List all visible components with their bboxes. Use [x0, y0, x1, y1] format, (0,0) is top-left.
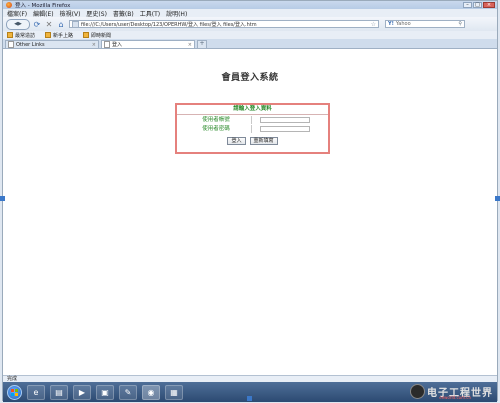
account-row: 使用者帳號 [181, 116, 324, 124]
menu-bar: 檔案(F) 編輯(E) 檢視(V) 歷史(S) 書籤(B) 工具(T) 說明(H… [3, 9, 497, 18]
password-row: 使用者密碼 [181, 125, 324, 133]
bookmarks-toolbar: 最常造訪 新手上路 即時新聞 [3, 31, 497, 39]
new-tab-button[interactable]: + [197, 40, 207, 48]
maximize-button[interactable]: □ [473, 2, 482, 8]
home-icon[interactable]: ⌂ [56, 19, 66, 29]
login-form-title: 請輸入登入資料 [177, 105, 328, 115]
account-input[interactable] [260, 117, 310, 123]
media-icon[interactable]: ▶ [73, 384, 91, 400]
bookmark-label: 即時新聞 [91, 32, 112, 39]
paint-icon[interactable]: ✎ [119, 384, 137, 400]
account-label: 使用者帳號 [181, 116, 252, 124]
browser-window: 登入 - Mozilla Firefox – □ × 檔案(F) 編輯(E) 檢… [2, 0, 498, 402]
windows-flag-icon [11, 388, 18, 396]
forward-icon[interactable]: ▶ [18, 21, 22, 27]
eeworld-logo-icon [410, 384, 425, 399]
firefox-icon [6, 2, 12, 8]
folder-icon[interactable]: ▤ [50, 384, 68, 400]
ie-icon[interactable]: e [27, 384, 45, 400]
login-form: 請輸入登入資料 使用者帳號 使用者密碼 登入 重新填寫 [175, 103, 330, 154]
form-buttons: 登入 重新填寫 [177, 137, 328, 145]
watermark-logo: 电子工程世界 eeworld.com.cn [410, 384, 493, 400]
minimize-button[interactable]: – [463, 2, 472, 8]
firefox-taskbar-icon[interactable]: ◉ [142, 384, 160, 400]
window-controls: – □ × [463, 2, 495, 8]
page-icon [72, 21, 79, 27]
search-engine-icon[interactable]: Y! [388, 21, 394, 27]
tab-login[interactable]: 登入 × [101, 40, 195, 48]
star-icon[interactable]: ☆ [371, 21, 376, 27]
app-taskbar-icon[interactable]: ▦ [165, 384, 183, 400]
page-content: 會員登入系統 請輸入登入資料 使用者帳號 使用者密碼 登入 重新填寫 [3, 50, 497, 375]
search-box[interactable]: Y! Yahoo ⚲ [385, 20, 465, 28]
password-input[interactable] [260, 126, 310, 132]
address-bar[interactable]: file:///C:/Users/user/Desktop/123/OPERHW… [69, 20, 379, 28]
close-window-button[interactable]: × [483, 2, 495, 8]
page-title: 會員登入系統 [221, 73, 279, 83]
search-value: Yahoo [395, 21, 411, 27]
status-bar: 完成 [3, 375, 497, 382]
bookmark-label: 最常造訪 [15, 32, 36, 39]
bookmark-icon [7, 32, 13, 38]
password-label: 使用者密碼 [181, 125, 252, 133]
app-icon[interactable]: ▣ [96, 384, 114, 400]
bookmark-label: 新手上路 [53, 32, 74, 39]
reset-button[interactable]: 重新填寫 [249, 137, 278, 145]
tab-label: Other Links [16, 41, 45, 48]
resize-handle-bottom[interactable] [247, 396, 252, 401]
stop-icon[interactable]: ✕ [44, 19, 54, 29]
bookmark-latest-news[interactable]: 即時新聞 [83, 32, 111, 39]
page-icon [8, 41, 14, 48]
start-orb-icon[interactable] [7, 384, 22, 400]
bookmark-icon [45, 32, 52, 38]
back-forward-buttons[interactable]: ◀ ▶ [6, 18, 30, 30]
tab-close-icon[interactable]: × [188, 42, 192, 48]
reload-icon[interactable]: ⟳ [32, 19, 42, 29]
tab-other-links[interactable]: Other Links × [5, 40, 99, 48]
search-icon[interactable]: ⚲ [458, 21, 462, 27]
navigation-toolbar: ◀ ▶ ⟳ ✕ ⌂ file:///C:/Users/user/Desktop/… [3, 17, 497, 31]
rss-icon [83, 32, 90, 38]
tab-close-icon[interactable]: × [92, 42, 96, 48]
login-button[interactable]: 登入 [227, 137, 246, 145]
url-text: file:///C:/Users/user/Desktop/123/OPERHW… [81, 21, 257, 28]
tab-strip: Other Links × 登入 × + [3, 39, 497, 49]
resize-handle-right[interactable] [495, 196, 500, 201]
bookmark-most-visited[interactable]: 最常造訪 [7, 32, 35, 39]
tab-label: 登入 [112, 42, 123, 48]
watermark-url: eeworld.com.cn [439, 395, 471, 400]
page-icon [104, 41, 110, 48]
resize-handle-left[interactable] [0, 196, 5, 201]
bookmark-getting-started[interactable]: 新手上路 [45, 32, 73, 39]
